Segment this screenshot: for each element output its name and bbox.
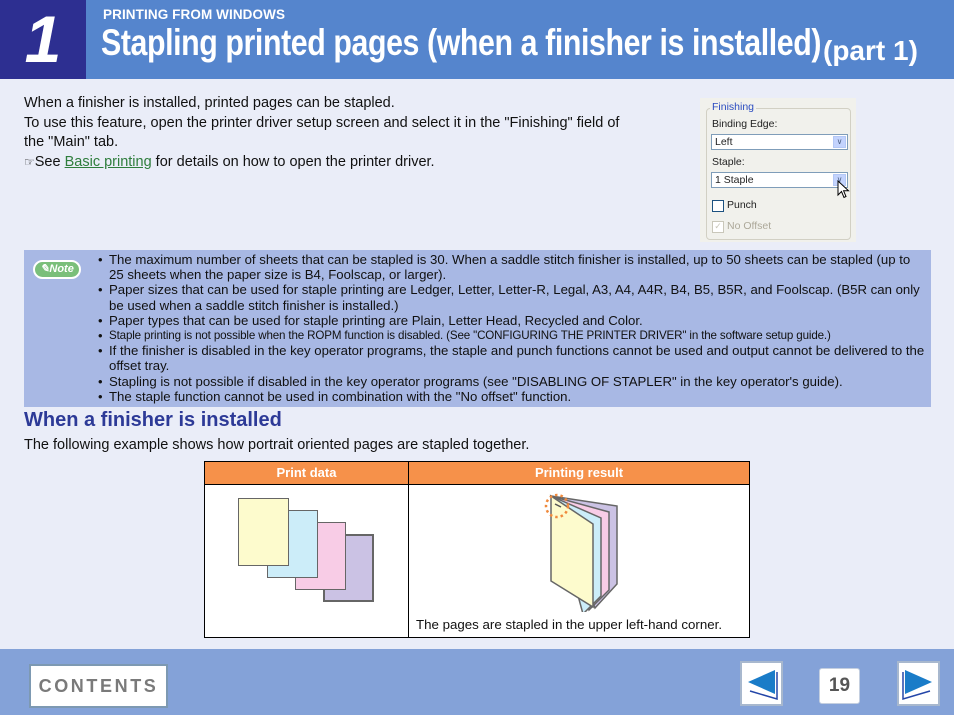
- binding-edge-select[interactable]: Left ∨: [711, 134, 848, 150]
- staple-label: Staple:: [712, 156, 745, 168]
- intro-line-2: To use this feature, open the printer dr…: [24, 114, 620, 151]
- column-divider: [408, 485, 409, 637]
- section-description: The following example shows how portrait…: [24, 437, 530, 453]
- part-label: (part 1): [823, 35, 918, 66]
- note-item: Staple printing is not possible when the…: [97, 328, 927, 343]
- finishing-group-label: Finishing: [710, 101, 757, 113]
- section-label: PRINTING FROM WINDOWS: [103, 7, 286, 22]
- page-number: 19: [819, 668, 860, 704]
- next-page-button[interactable]: [897, 661, 940, 706]
- pencil-icon: ✎: [40, 263, 50, 275]
- mouse-cursor-icon: [837, 180, 850, 199]
- previous-page-button[interactable]: [740, 661, 783, 706]
- note-item: If the finisher is disabled in the key o…: [97, 343, 927, 373]
- intro-text: When a finisher is installed, printed pa…: [24, 94, 634, 173]
- note-item: The maximum number of sheets that can be…: [97, 252, 927, 282]
- header-printing-result: Printing result: [409, 462, 749, 485]
- chevron-down-icon[interactable]: ∨: [833, 136, 846, 148]
- section-heading: When a finisher is installed: [24, 409, 282, 431]
- pointing-hand-icon: ☞: [24, 155, 35, 170]
- contents-button[interactable]: CONTENTS: [29, 664, 168, 708]
- result-caption: The pages are stapled in the upper left-…: [416, 617, 723, 632]
- page-1: [238, 498, 289, 566]
- no-offset-label: No Offset: [727, 220, 772, 232]
- note-badge-label: Note: [49, 263, 74, 275]
- reference-suffix: for details on how to open the printer d…: [151, 154, 435, 171]
- staple-value: 1 Staple: [715, 174, 754, 186]
- note-item: Paper types that can be used for staple …: [97, 313, 927, 328]
- stapled-pages-illustration: [544, 493, 618, 612]
- reference-line: ☞See Basic printing for details on how t…: [24, 153, 634, 173]
- note-item: Paper sizes that can be used for staple …: [97, 282, 927, 312]
- note-item: The staple function cannot be used in co…: [97, 389, 927, 404]
- binding-edge-label: Binding Edge:: [712, 118, 778, 130]
- page-header: 1 PRINTING FROM WINDOWS Stapling printed…: [0, 0, 954, 79]
- example-table: Print data Printing result The pages are…: [204, 461, 750, 638]
- binding-edge-value: Left: [715, 136, 733, 148]
- reference-prefix: See: [34, 154, 65, 171]
- page-footer: CONTENTS 19: [0, 649, 954, 715]
- page-title: Stapling printed pages (when a finisher …: [101, 22, 822, 63]
- basic-printing-link[interactable]: Basic printing: [65, 154, 152, 170]
- intro-line-1: When a finisher is installed, printed pa…: [24, 95, 395, 111]
- punch-label: Punch: [727, 199, 757, 211]
- staple-select[interactable]: 1 Staple ∨: [711, 172, 848, 188]
- note-list: The maximum number of sheets that can be…: [97, 252, 927, 404]
- punch-checkbox[interactable]: [712, 200, 724, 212]
- note-badge: ✎Note: [33, 260, 81, 279]
- header-print-data: Print data: [205, 462, 409, 485]
- note-box: ✎Note The maximum number of sheets that …: [24, 250, 931, 407]
- finishing-dialog-screenshot: Finishing Binding Edge: Left ∨ Staple: 1…: [700, 98, 856, 242]
- next-page-arrow-icon: [902, 670, 932, 701]
- chapter-number: 1: [0, 0, 86, 79]
- previous-page-arrow-icon: [748, 670, 778, 701]
- no-offset-checkbox[interactable]: ✓: [712, 221, 724, 233]
- note-item: Stapling is not possible if disabled in …: [97, 374, 927, 389]
